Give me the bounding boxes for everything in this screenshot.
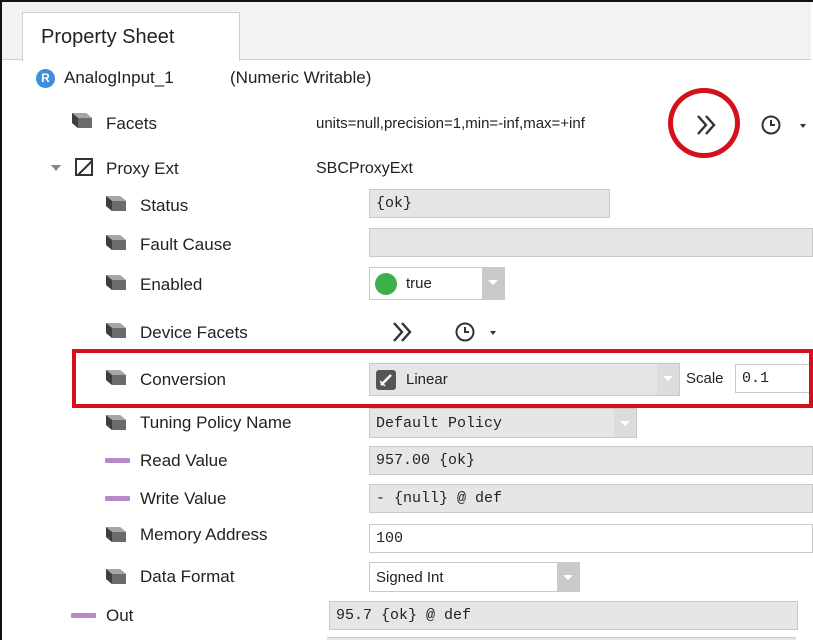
proxy-ext-row[interactable]: Proxy Ext SBCProxyExt: [2, 154, 813, 184]
tuning-policy-row[interactable]: Tuning Policy Name Default Policy: [2, 407, 813, 441]
root-badge-icon: R: [36, 69, 55, 88]
write-value-label: Write Value: [140, 489, 227, 508]
enabled-label: Enabled: [140, 275, 203, 294]
fault-cause-row[interactable]: Fault Cause: [2, 228, 813, 260]
proxy-ext-icon: [75, 158, 93, 176]
caret-down-icon[interactable]: [488, 329, 498, 337]
out-row[interactable]: Out 95.7 {ok} @ def: [2, 600, 813, 632]
status-field: {ok}: [369, 189, 610, 218]
slot-icon: [106, 196, 126, 211]
tab-label: Property Sheet: [41, 26, 175, 48]
data-format-label: Data Format: [140, 567, 235, 586]
tuning-policy-dropdown[interactable]: Default Policy: [369, 408, 637, 438]
fault-cause-label: Fault Cause: [140, 235, 232, 254]
highlight-circle: [668, 88, 740, 158]
enabled-dropdown[interactable]: true: [369, 267, 505, 300]
caret-down-icon[interactable]: [798, 122, 808, 130]
memory-address-row[interactable]: Memory Address 100: [2, 521, 813, 553]
write-value-row[interactable]: Write Value - {null} @ def: [2, 484, 813, 516]
tab-bar: Property Sheet: [2, 2, 811, 61]
facets-label: Facets: [106, 114, 158, 133]
status-row[interactable]: Status {ok}: [2, 189, 813, 221]
read-value-field: 957.00 {ok}: [369, 446, 813, 475]
proxy-ext-label: Proxy Ext: [106, 159, 179, 178]
memory-address-input[interactable]: 100: [369, 524, 813, 553]
numeric-slot-icon: [105, 458, 130, 463]
tuning-policy-value: Default Policy: [376, 415, 503, 432]
fault-cause-field: [369, 228, 813, 257]
enabled-dot-icon: [375, 273, 397, 295]
slot-icon: [106, 323, 126, 338]
data-format-value: Signed Int: [376, 569, 444, 586]
clock-icon[interactable]: [454, 321, 476, 343]
out-field: 95.7 {ok} @ def: [329, 601, 798, 630]
device-facets-row[interactable]: Device Facets: [2, 314, 813, 348]
slot-icon: [106, 275, 126, 290]
status-label: Status: [140, 196, 189, 215]
write-value-field: - {null} @ def: [369, 484, 813, 513]
read-value-row[interactable]: Read Value 957.00 {ok}: [2, 446, 813, 478]
root-component-row[interactable]: R AnalogInput_1 (Numeric Writable): [2, 66, 813, 92]
highlight-box: [72, 349, 813, 408]
data-format-dropdown[interactable]: Signed Int: [369, 562, 580, 592]
data-format-row[interactable]: Data Format Signed Int: [2, 561, 813, 595]
tab-property-sheet[interactable]: Property Sheet: [22, 12, 240, 61]
read-value-label: Read Value: [140, 451, 228, 470]
slot-icon: [106, 235, 126, 250]
numeric-slot-icon: [71, 613, 96, 618]
root-component-type: (Numeric Writable): [230, 68, 372, 87]
root-component-name: AnalogInput_1: [64, 68, 174, 87]
proxy-ext-value: SBCProxyExt: [316, 160, 413, 177]
device-facets-label: Device Facets: [140, 323, 248, 342]
memory-address-label: Memory Address: [140, 525, 268, 544]
double-chevron-right-icon[interactable]: [390, 320, 416, 344]
expand-triangle-icon[interactable]: [50, 163, 62, 173]
clock-icon[interactable]: [760, 114, 782, 136]
chevron-down-icon[interactable]: [482, 268, 504, 299]
slot-icon: [72, 113, 92, 128]
slot-icon: [106, 415, 126, 430]
facets-value: units=null,precision=1,min=-inf,max=+inf: [316, 115, 585, 132]
chevron-down-icon[interactable]: [614, 409, 636, 437]
slot-icon: [106, 527, 126, 542]
chevron-down-icon[interactable]: [557, 563, 579, 591]
enabled-row[interactable]: Enabled true: [2, 266, 813, 302]
out-label: Out: [106, 606, 134, 625]
enabled-value: true: [406, 275, 432, 292]
slot-icon: [106, 569, 126, 584]
numeric-slot-icon: [105, 496, 130, 501]
tuning-policy-label: Tuning Policy Name: [140, 413, 292, 432]
